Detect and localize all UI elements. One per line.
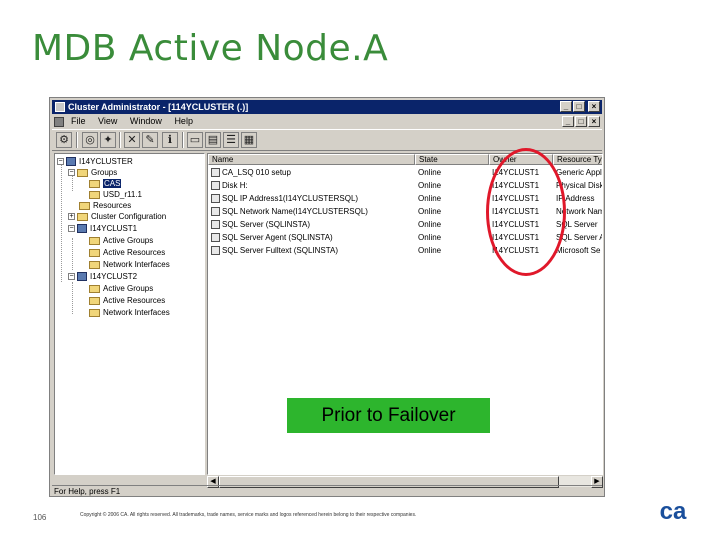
tree-item[interactable]: + Cluster Configuration — [68, 211, 166, 222]
tree-item[interactable]: Active Resources — [89, 295, 165, 306]
resource-icon — [211, 168, 220, 178]
open-connection-icon[interactable]: ⚙ — [56, 132, 72, 148]
folder-icon — [89, 308, 100, 317]
rename-icon[interactable]: ✎ — [142, 132, 158, 148]
folder-icon — [79, 201, 90, 210]
menu-view[interactable]: View — [95, 115, 120, 128]
window-title: Cluster Administrator - [114YCLUSTER (.)… — [68, 102, 249, 112]
tree-item[interactable]: Resources — [79, 200, 131, 211]
resource-icon — [211, 233, 220, 243]
folder-icon — [89, 179, 100, 188]
mdi-maximize-button[interactable]: □ — [575, 116, 587, 127]
ca-logo: ca — [660, 498, 687, 524]
properties-icon[interactable]: ◎ — [82, 132, 98, 148]
large-icons-icon[interactable]: ▭ — [187, 132, 203, 148]
node-icon — [77, 224, 87, 234]
column-header-name[interactable]: Name — [208, 154, 415, 165]
node-icon — [77, 272, 87, 282]
small-icons-icon[interactable]: ▤ — [205, 132, 221, 148]
tree-item[interactable]: USD_r11.1 — [89, 189, 142, 200]
folder-icon — [89, 236, 100, 245]
status-bar: For Help, press F1 — [52, 485, 602, 496]
folder-icon — [77, 212, 88, 221]
resource-icon — [211, 194, 220, 204]
tree-item[interactable]: − I14YCLUSTER — [57, 156, 133, 167]
folder-icon — [89, 260, 100, 269]
tree-item[interactable]: Active Groups — [89, 235, 153, 246]
copyright-notice: Copyright © 2006 CA. All rights reserved… — [80, 512, 417, 518]
resource-icon — [211, 181, 220, 191]
window-titlebar[interactable]: Cluster Administrator - [114YCLUSTER (.)… — [52, 100, 602, 114]
info-icon[interactable]: ℹ — [162, 132, 178, 148]
list-view-icon[interactable]: ☰ — [223, 132, 239, 148]
tree-item[interactable]: − I14YCLUST1 — [68, 223, 137, 234]
column-header-resource-type[interactable]: Resource Type — [553, 154, 602, 165]
new-icon[interactable]: ✦ — [100, 132, 116, 148]
tree-item[interactable]: Network Interfaces — [89, 259, 170, 270]
delete-icon[interactable]: ✕ — [124, 132, 140, 148]
tree-item[interactable]: Active Groups — [89, 283, 153, 294]
maximize-button[interactable]: □ — [573, 101, 585, 112]
mdi-minimize-button[interactable]: _ — [562, 116, 574, 127]
resource-icon — [211, 246, 220, 256]
menu-file[interactable]: File — [68, 115, 89, 128]
folder-icon — [89, 296, 100, 305]
close-button[interactable]: × — [588, 101, 600, 112]
tree-item[interactable]: Active Resources — [89, 247, 165, 258]
menu-help[interactable]: Help — [171, 115, 196, 128]
menu-bar: File View Window Help — [52, 115, 602, 128]
column-header-state[interactable]: State — [415, 154, 489, 165]
tree-pane[interactable]: − I14YCLUSTER − Groups CAS USD_r11.1 Resou… — [54, 153, 205, 475]
cluster-icon — [66, 157, 76, 167]
slide-title: MDB Active Node.A — [32, 28, 389, 69]
ca-logo-text: ca — [660, 498, 687, 524]
failover-annotation: Prior to Failover — [287, 398, 490, 433]
menu-window[interactable]: Window — [127, 115, 165, 128]
folder-icon — [89, 248, 100, 257]
resource-icon — [211, 220, 220, 230]
tree-item[interactable]: CAS — [89, 178, 122, 189]
tree-item[interactable]: Network Interfaces — [89, 307, 170, 318]
folder-icon — [77, 168, 88, 177]
app-icon — [55, 102, 65, 112]
page-number: 106 — [33, 513, 47, 522]
minimize-button[interactable]: _ — [560, 101, 572, 112]
resource-icon — [211, 207, 220, 217]
highlight-circle — [486, 148, 566, 276]
tree-item[interactable]: − Groups — [68, 167, 117, 178]
folder-icon — [89, 190, 100, 199]
tree-item[interactable]: − I14YCLUST2 — [68, 271, 137, 282]
folder-icon — [89, 284, 100, 293]
details-view-icon[interactable]: ▦ — [241, 132, 257, 148]
mdi-close-button[interactable]: × — [588, 116, 600, 127]
